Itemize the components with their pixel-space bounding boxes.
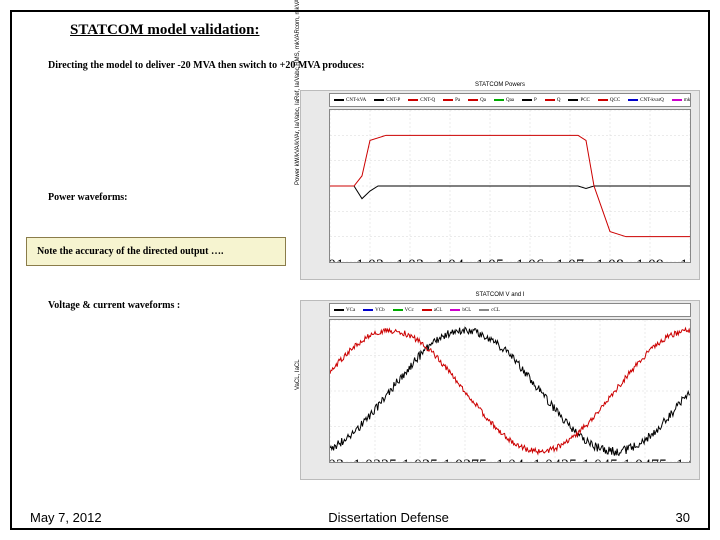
svg-text:1.01: 1.01 — [330, 257, 344, 262]
directive-text: Directing the model to deliver -20 MVA t… — [48, 60, 364, 71]
vi-label: Voltage & current waveforms : — [48, 300, 180, 311]
svg-text:1.03: 1.03 — [330, 457, 344, 462]
vi-chart-ylabel: VaCL, IaCL — [295, 359, 301, 390]
power-chart-legend: CNT-kVACNT-PCNT-QPaQaQaaPQPCCQCCCNT-kvar… — [329, 93, 691, 107]
power-chart-plot: 1.011.021.031.041.051.061.071.081.091.1-… — [329, 109, 691, 263]
vi-chart: STATCOM V and I VCaVCbVCcaCLbCLcCL 1.031… — [300, 300, 700, 480]
slide-title: STATCOM model validation: — [70, 22, 259, 39]
note-callout: Note the accuracy of the directed output… — [26, 237, 286, 266]
svg-text:1.05: 1.05 — [676, 457, 690, 462]
footer-date: May 7, 2012 — [30, 510, 102, 525]
svg-text:1.1: 1.1 — [680, 257, 690, 262]
power-label: Power waveforms: — [48, 192, 128, 203]
vi-chart-plot: 1.031.03251.0351.03751.041.04251.0451.04… — [329, 319, 691, 463]
power-chart-title: STATCOM Powers — [301, 82, 699, 88]
vi-chart-title: STATCOM V and I — [301, 292, 699, 298]
footer-center: Dissertation Defense — [328, 510, 449, 525]
vi-chart-legend: VCaVCbVCcaCLbCLcCL — [329, 303, 691, 317]
slide-footer: May 7, 2012 Dissertation Defense 30 — [0, 510, 720, 525]
power-chart-ylabel: Power kW/kVA/kVAr, Ia/Vabc, IaRef, Ia/Va… — [295, 0, 301, 185]
footer-page: 30 — [676, 510, 690, 525]
power-chart: STATCOM Powers CNT-kVACNT-PCNT-QPaQaQaaP… — [300, 90, 700, 280]
